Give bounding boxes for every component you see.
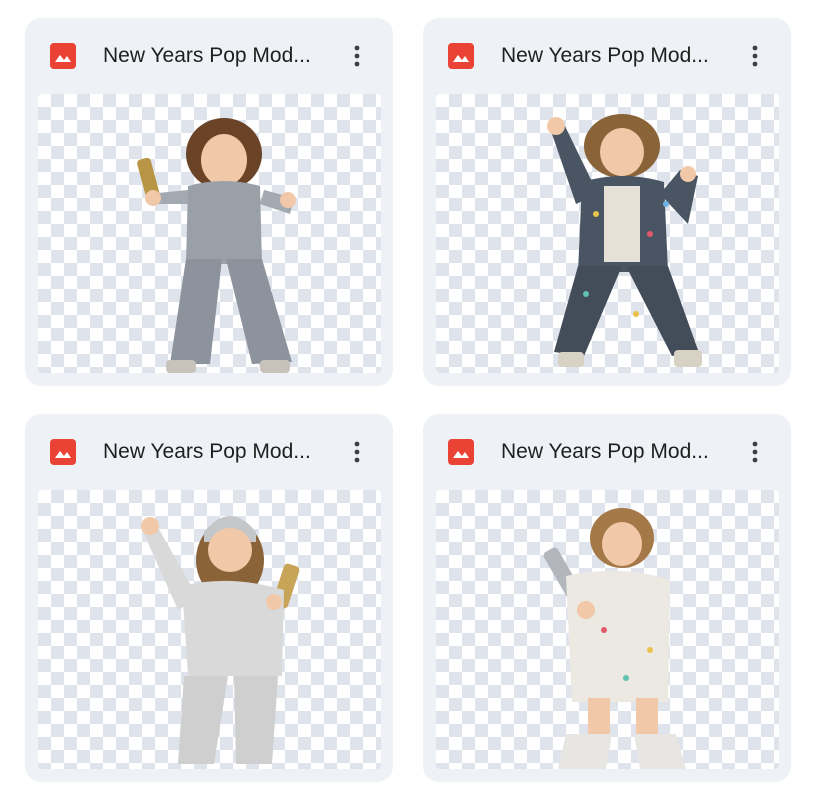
- more-vert-icon: [354, 45, 360, 67]
- file-card[interactable]: New Years Pop Mod...: [423, 414, 791, 782]
- child-figure-dark-fleece: [547, 114, 702, 367]
- child-figure-sequin: [137, 118, 296, 373]
- image-thumbnail[interactable]: [436, 490, 779, 769]
- more-vert-icon: [752, 45, 758, 67]
- file-card-header: New Years Pop Mod...: [423, 18, 791, 94]
- file-card-header: New Years Pop Mod...: [423, 414, 791, 490]
- file-grid: New Years Pop Mod... New Years Pop Mod..…: [0, 0, 814, 808]
- file-card[interactable]: New Years Pop Mod...: [25, 18, 393, 386]
- image-file-icon: [50, 439, 76, 465]
- file-title[interactable]: New Years Pop Mod...: [103, 438, 343, 466]
- image-file-icon: [448, 43, 474, 69]
- more-options-button[interactable]: [737, 38, 773, 74]
- more-options-button[interactable]: [339, 38, 375, 74]
- file-card-header: New Years Pop Mod...: [25, 18, 393, 94]
- file-title[interactable]: New Years Pop Mod...: [501, 42, 741, 70]
- child-figure-white-fluffy: [543, 508, 686, 769]
- more-vert-icon: [354, 441, 360, 463]
- file-card[interactable]: New Years Pop Mod...: [25, 414, 393, 782]
- file-card[interactable]: New Years Pop Mod...: [423, 18, 791, 386]
- image-thumbnail[interactable]: [38, 94, 381, 373]
- image-thumbnail[interactable]: [38, 490, 381, 769]
- file-title[interactable]: New Years Pop Mod...: [103, 42, 343, 70]
- more-options-button[interactable]: [737, 434, 773, 470]
- child-figure-white-beanie: [141, 516, 300, 764]
- file-title[interactable]: New Years Pop Mod...: [501, 438, 741, 466]
- image-file-icon: [448, 439, 474, 465]
- image-thumbnail[interactable]: [436, 94, 779, 373]
- image-file-icon: [50, 43, 76, 69]
- more-options-button[interactable]: [339, 434, 375, 470]
- file-card-header: New Years Pop Mod...: [25, 414, 393, 490]
- more-vert-icon: [752, 441, 758, 463]
